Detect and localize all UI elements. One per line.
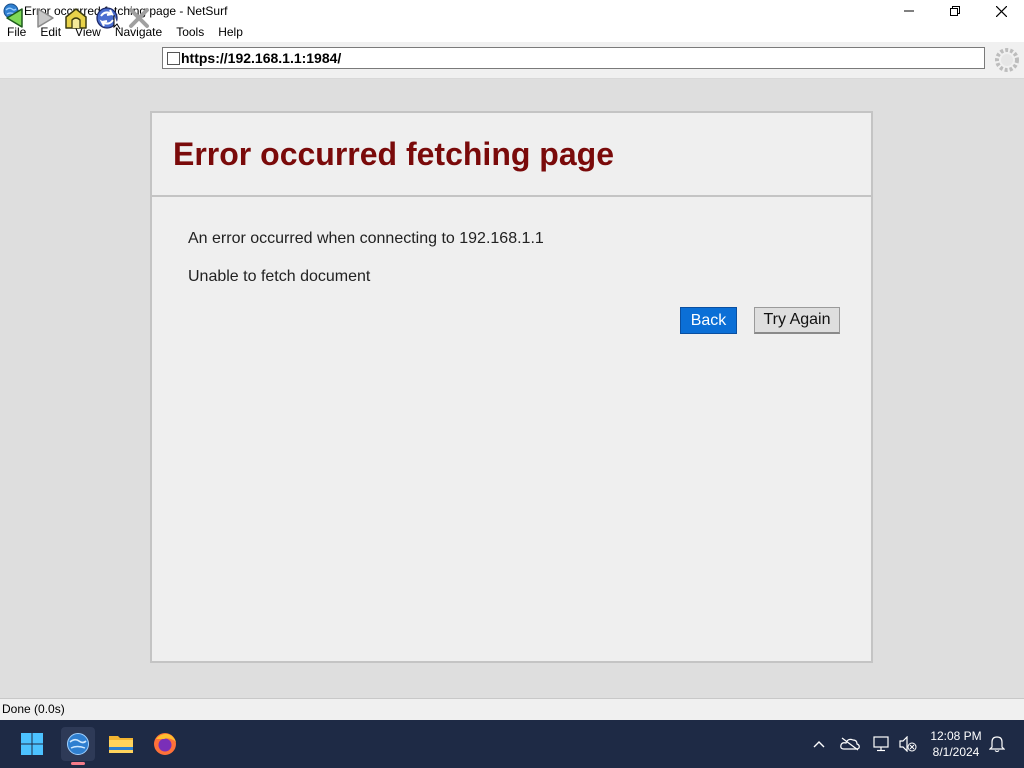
taskbar-netsurf[interactable] [61,727,95,765]
error-body: An error occurred when connecting to 192… [152,197,871,286]
title-bar: Error occurred fetching page - NetSurf [0,0,1024,22]
network-icon [873,736,889,752]
tray-overflow-button[interactable] [809,734,829,754]
stop-button[interactable] [126,5,152,31]
error-message: An error occurred when connecting to 192… [188,230,544,247]
minimize-button[interactable] [886,0,932,22]
tray-volume[interactable] [898,734,918,754]
file-explorer-icon [109,736,133,753]
home-button[interactable] [63,5,89,31]
status-text: Done (0.0s) [2,702,65,716]
minimize-icon [904,10,914,12]
forward-arrow-icon [37,8,54,28]
forward-button[interactable] [32,5,58,31]
url-bar[interactable] [162,47,985,69]
back-button[interactable] [2,5,28,31]
back-page-button[interactable]: Back [680,307,737,334]
reload-button[interactable] [95,5,121,31]
page-content: Error occurred fetching page An error oc… [0,79,1024,698]
netsurf-icon [67,733,89,755]
error-title: Error occurred fetching page [173,135,614,172]
error-panel: Error occurred fetching page An error oc… [150,111,873,663]
window-title: Error occurred fetching page - NetSurf [24,4,228,18]
try-again-button[interactable]: Try Again [754,307,840,334]
error-detail: Unable to fetch document [188,268,371,285]
active-indicator [71,762,85,765]
start-button[interactable] [16,728,48,760]
firefox-icon [154,733,176,755]
url-input[interactable] [181,50,984,66]
restore-icon [950,6,960,16]
taskbar: 12:08 PM 8/1/2024 [0,720,1024,768]
clock-time: 12:08 PM [930,729,982,743]
restore-button[interactable] [932,0,978,22]
close-button[interactable] [978,0,1024,22]
stop-icon [129,8,149,28]
chevron-up-icon [813,741,825,748]
onedrive-icon [840,737,860,751]
close-icon [995,5,1007,17]
notification-bell-icon [989,736,1005,753]
clock-date: 8/1/2024 [932,745,980,759]
home-icon [65,8,87,29]
reload-icon [96,7,121,30]
taskbar-clock[interactable]: 12:08 PM 8/1/2024 [926,728,986,760]
error-header: Error occurred fetching page [152,113,871,197]
menu-help[interactable]: Help [211,22,250,42]
tray-network[interactable] [872,734,892,754]
menu-bar: File Edit View Navigate Tools Help [0,22,1024,42]
taskbar-firefox[interactable] [149,728,181,760]
menu-tools[interactable]: Tools [169,22,211,42]
throbber-icon [995,48,1019,72]
back-arrow-icon [6,8,23,28]
page-favicon-icon [167,51,180,65]
notification-center-button[interactable] [987,734,1007,754]
status-bar: Done (0.0s) [0,698,1024,720]
windows-start-icon [21,733,43,755]
taskbar-file-explorer[interactable] [105,728,137,760]
volume-muted-icon [899,736,917,752]
tray-onedrive[interactable] [840,734,860,754]
